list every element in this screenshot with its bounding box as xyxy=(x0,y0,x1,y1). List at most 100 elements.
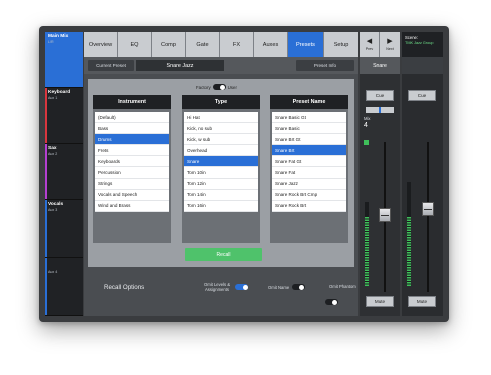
list-header: Preset Name xyxy=(270,95,348,109)
channel-sub: Aux 4 xyxy=(48,270,58,274)
main-area: Overview EQ Comp Gate FX Auxes Presets S… xyxy=(84,32,358,316)
list-item[interactable]: Snare Rock Brt Cmp xyxy=(272,190,346,201)
recall-options-title: Recall Options xyxy=(104,284,145,291)
preset-info-bar: Current Preset Snare Jazz Preset Info xyxy=(84,57,358,74)
list-item[interactable]: Wind and Brass xyxy=(95,201,169,212)
tab-gate[interactable]: Gate xyxy=(186,32,220,57)
list-item[interactable]: Bass xyxy=(95,123,169,135)
channel-sub: Aux 3 xyxy=(48,207,58,212)
omit-phantom-option: Omit Phantom xyxy=(329,284,356,289)
cue-button[interactable]: Cue xyxy=(366,90,394,101)
list-item[interactable]: (Default) xyxy=(95,112,169,124)
list-item[interactable]: Percussion xyxy=(95,167,169,179)
tab-bar: Overview EQ Comp Gate FX Auxes Presets S… xyxy=(84,32,358,57)
toggle-label-factory: Factory xyxy=(196,84,211,90)
tab-overview[interactable]: Overview xyxy=(84,32,118,57)
factory-user-toggle[interactable] xyxy=(212,84,226,90)
list-item[interactable]: Hi Hat xyxy=(184,112,258,124)
tab-eq[interactable]: EQ xyxy=(118,32,152,57)
channel-sub: Aux 2 xyxy=(48,151,58,156)
list-item[interactable]: Strings xyxy=(95,179,169,190)
next-label: Next xyxy=(386,47,394,51)
list-item[interactable]: Kick, no sub xyxy=(184,123,258,135)
scene-name: TMK Jazz Group xyxy=(405,41,434,45)
level-meter xyxy=(365,202,369,286)
tab-fx[interactable]: FX xyxy=(220,32,254,57)
main-level-meter xyxy=(407,182,411,286)
recall-button[interactable]: Recall xyxy=(185,248,262,261)
toggle-knob xyxy=(299,284,305,290)
list-item[interactable]: Snare Jazz xyxy=(272,179,346,190)
list-item[interactable]: Snare xyxy=(184,156,258,168)
channel-keyboard[interactable]: Keyboard Aux 1 xyxy=(45,88,83,144)
prev-label: Prev xyxy=(365,47,374,51)
omit-name-label: Omit Name xyxy=(268,284,290,290)
list-item[interactable]: Vocals and Speech xyxy=(95,190,169,201)
list-item[interactable]: Frets xyxy=(95,145,169,157)
list-header: Type xyxy=(182,95,260,109)
channel-color-bar xyxy=(45,258,47,315)
current-preset-value: Snare Jazz xyxy=(136,60,224,71)
main-mute-button[interactable]: Mute xyxy=(408,296,436,307)
list-item[interactable]: Snare Brt Gt xyxy=(272,134,346,146)
channel-color-bar xyxy=(45,200,47,257)
prev-next-nav: ◀ Prev ▶ Next xyxy=(360,32,400,57)
channel-sub: Aux 1 xyxy=(48,95,58,100)
channel-main-mix[interactable]: Main Mix L/R xyxy=(45,32,83,88)
list-item[interactable]: Snare Basic Gt xyxy=(272,112,346,124)
current-preset-label: Current Preset xyxy=(88,60,134,71)
list-item[interactable]: Snare Brt xyxy=(272,145,346,157)
main-strip: Scene: TMK Jazz Group Cue Mute xyxy=(402,32,443,316)
tab-presets[interactable]: Presets xyxy=(288,32,324,57)
prev-arrow-icon: ◀ xyxy=(366,38,373,45)
toggle-knob xyxy=(332,299,337,305)
preset-info-button[interactable]: Preset Info xyxy=(296,60,354,71)
omit-phantom-toggle[interactable] xyxy=(325,299,338,305)
channel-list: Main Mix L/R Keyboard Aux 1 Sax Aux 2 Vo… xyxy=(45,32,83,316)
channel-sax[interactable]: Sax Aux 2 xyxy=(45,144,83,200)
list-item[interactable]: Tom 14in xyxy=(184,190,258,201)
fader-handle[interactable] xyxy=(379,208,391,222)
list-item[interactable]: Kick, w sub xyxy=(184,134,258,146)
channel-sub: L/R xyxy=(48,39,54,44)
list-item[interactable]: Tom 12in xyxy=(184,179,258,190)
toggle-label-user: User xyxy=(227,84,237,90)
list-item[interactable]: Snare Fat Gt xyxy=(272,156,346,168)
next-button[interactable]: ▶ Next xyxy=(380,32,400,57)
channel-aux-4[interactable]: Aux 4 xyxy=(45,258,83,316)
list-item[interactable]: Snare Fat xyxy=(272,167,346,179)
meter-fill xyxy=(365,216,369,286)
meter-fill xyxy=(407,216,411,286)
omit-phantom-label: Omit Phantom xyxy=(329,284,356,289)
tab-auxes[interactable]: Auxes xyxy=(254,32,288,57)
factory-user-toggle-row: Factory User xyxy=(196,84,237,90)
list-item[interactable]: Snare Basic xyxy=(272,123,346,135)
list-item[interactable]: Tom 16in xyxy=(184,201,258,212)
toggle-knob xyxy=(242,284,248,290)
channel-vocals[interactable]: Vocals Aux 3 xyxy=(45,200,83,258)
mix-label: Mix xyxy=(364,116,371,121)
tab-setup[interactable]: Setup xyxy=(324,32,358,57)
list-header: Instrument xyxy=(93,95,171,109)
strip-name: Snare xyxy=(360,57,400,74)
list-item[interactable]: Drums xyxy=(95,134,169,146)
list-item[interactable]: Keyboards xyxy=(95,156,169,168)
prev-button[interactable]: ◀ Prev xyxy=(360,32,380,57)
omit-name-option: Omit Name xyxy=(268,284,306,290)
omit-name-toggle[interactable] xyxy=(292,284,306,290)
main-fader-track xyxy=(427,142,429,292)
list-item[interactable]: Snare Rock Brt xyxy=(272,201,346,212)
list-item[interactable]: Tom 10in xyxy=(184,167,258,179)
pan-knob[interactable] xyxy=(366,107,394,113)
list-item[interactable]: Overhead xyxy=(184,145,258,157)
channel-color-bar xyxy=(45,144,47,199)
main-cue-button[interactable]: Cue xyxy=(408,90,436,101)
omit-levels-toggle[interactable] xyxy=(235,284,248,291)
tab-comp[interactable]: Comp xyxy=(152,32,186,57)
mute-button[interactable]: Mute xyxy=(366,296,394,307)
main-fader-handle[interactable] xyxy=(422,202,434,216)
signal-indicator xyxy=(364,140,369,145)
scene-display: Scene: TMK Jazz Group xyxy=(402,32,443,57)
type-list: Type Hi Hat Kick, no sub Kick, w sub Ove… xyxy=(182,95,260,243)
recall-options: Recall Options Omit Levels & Assignments… xyxy=(84,271,358,311)
